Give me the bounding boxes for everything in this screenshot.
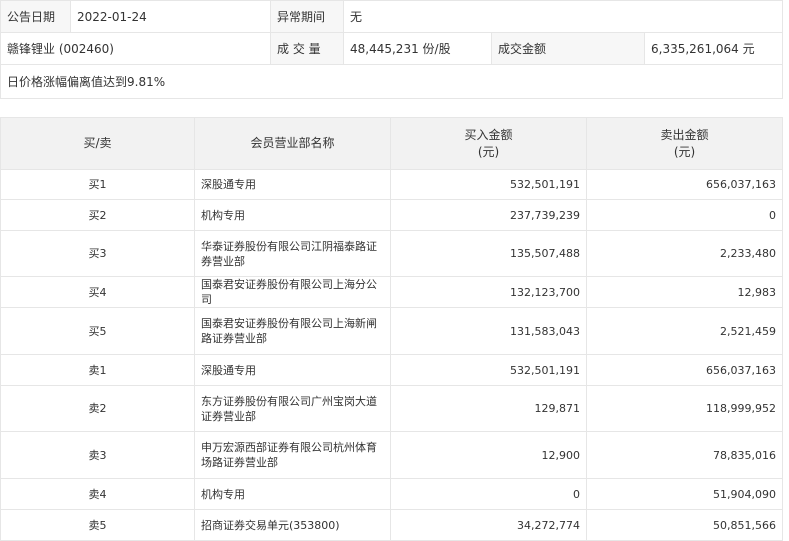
amount-label: 成交金额 [491, 32, 645, 65]
cell-sell-amount: 78,835,016 [586, 431, 783, 479]
table-row: 卖4 机构专用 0 51,904,090 [0, 478, 783, 510]
cell-buy-amount: 129,871 [390, 385, 587, 432]
cell-dept: 国泰君安证券股份有限公司上海分公司 [194, 276, 391, 308]
table-header-row: 买/卖 会员营业部名称 买入金额 (元) 卖出金额 (元) [0, 117, 783, 170]
cell-sell-amount: 656,037,163 [586, 354, 783, 386]
info-row-reason: 日价格涨幅偏离值达到9.81% [0, 64, 784, 99]
cell-dept: 东方证券股份有限公司广州宝岗大道证券营业部 [194, 385, 391, 432]
volume-value: 48,445,231 份/股 [343, 32, 492, 65]
cell-buy-amount: 132,123,700 [390, 276, 587, 308]
cell-side: 卖3 [0, 431, 195, 479]
header-sell-title: 卖出金额 [660, 127, 709, 142]
cell-sell-amount: 118,999,952 [586, 385, 783, 432]
abnormal-period-value: 无 [342, 0, 784, 33]
amount-value: 6,335,261,064 元 [643, 32, 784, 65]
cell-buy-amount: 131,583,043 [390, 307, 587, 355]
cell-sell-amount: 2,233,480 [586, 230, 783, 277]
cell-dept: 华泰证券股份有限公司江阴福泰路证券营业部 [194, 230, 391, 277]
table-row: 买3 华泰证券股份有限公司江阴福泰路证券营业部 135,507,488 2,23… [0, 230, 783, 277]
announce-date-value: 2022-01-24 [70, 0, 271, 33]
stock-name: 赣锋锂业 (002460) [0, 32, 271, 65]
table-row: 卖5 招商证券交易单元(353800) 34,272,774 50,851,56… [0, 509, 783, 541]
table-row: 买5 国泰君安证券股份有限公司上海新闸路证券营业部 131,583,043 2,… [0, 307, 783, 355]
header-buy-title: 买入金额 [464, 127, 513, 142]
cell-dept: 深股通专用 [194, 169, 391, 200]
cell-dept: 深股通专用 [194, 354, 391, 386]
cell-side: 卖1 [0, 354, 195, 386]
cell-sell-amount: 2,521,459 [586, 307, 783, 355]
table-row: 买2 机构专用 237,739,239 0 [0, 199, 783, 231]
info-row-stock: 赣锋锂业 (002460) 成 交 量 48,445,231 份/股 成交金额 … [0, 32, 784, 65]
cell-dept: 机构专用 [194, 478, 391, 510]
cell-sell-amount: 12,983 [586, 276, 783, 308]
cell-buy-amount: 34,272,774 [390, 509, 587, 541]
cell-buy-amount: 237,739,239 [390, 199, 587, 231]
announce-date-label: 公告日期 [0, 0, 71, 33]
cell-side: 卖4 [0, 478, 195, 510]
announcement-info-table: 公告日期 2022-01-24 异常期间 无 赣锋锂业 (002460) 成 交… [0, 0, 784, 99]
cell-sell-amount: 0 [586, 199, 783, 231]
header-buy-unit: (元) [477, 144, 500, 159]
cell-sell-amount: 50,851,566 [586, 509, 783, 541]
cell-dept: 国泰君安证券股份有限公司上海新闸路证券营业部 [194, 307, 391, 355]
cell-buy-amount: 0 [390, 478, 587, 510]
cell-buy-amount: 532,501,191 [390, 354, 587, 386]
cell-side: 买5 [0, 307, 195, 355]
header-dept: 会员营业部名称 [194, 117, 391, 170]
cell-buy-amount: 12,900 [390, 431, 587, 479]
table-row: 卖1 深股通专用 532,501,191 656,037,163 [0, 354, 783, 386]
info-row-date: 公告日期 2022-01-24 异常期间 无 [0, 0, 784, 33]
cell-dept: 申万宏源西部证券有限公司杭州体育场路证券营业部 [194, 431, 391, 479]
cell-side: 买1 [0, 169, 195, 200]
table-row: 卖2 东方证券股份有限公司广州宝岗大道证券营业部 129,871 118,999… [0, 385, 783, 432]
header-sell-unit: (元) [673, 144, 696, 159]
header-sell: 卖出金额 (元) [586, 117, 783, 170]
reason-text: 日价格涨幅偏离值达到9.81% [0, 64, 784, 99]
cell-side: 买3 [0, 230, 195, 277]
table-row: 卖3 申万宏源西部证券有限公司杭州体育场路证券营业部 12,900 78,835… [0, 431, 783, 479]
cell-side: 卖5 [0, 509, 195, 541]
cell-buy-amount: 532,501,191 [390, 169, 587, 200]
cell-sell-amount: 656,037,163 [586, 169, 783, 200]
cell-side: 卖2 [0, 385, 195, 432]
cell-side: 买2 [0, 199, 195, 231]
table-row: 买4 国泰君安证券股份有限公司上海分公司 132,123,700 12,983 [0, 276, 783, 308]
cell-dept: 机构专用 [194, 199, 391, 231]
cell-buy-amount: 135,507,488 [390, 230, 587, 277]
cell-side: 买4 [0, 276, 195, 308]
volume-label: 成 交 量 [270, 32, 344, 65]
cell-sell-amount: 51,904,090 [586, 478, 783, 510]
header-buy: 买入金额 (元) [390, 117, 587, 170]
header-side: 买/卖 [0, 117, 195, 170]
trading-seats-table: 买/卖 会员营业部名称 买入金额 (元) 卖出金额 (元) 买1 深股通专用 5… [0, 117, 783, 541]
abnormal-period-label: 异常期间 [270, 0, 344, 33]
cell-dept: 招商证券交易单元(353800) [194, 509, 391, 541]
table-row: 买1 深股通专用 532,501,191 656,037,163 [0, 169, 783, 200]
